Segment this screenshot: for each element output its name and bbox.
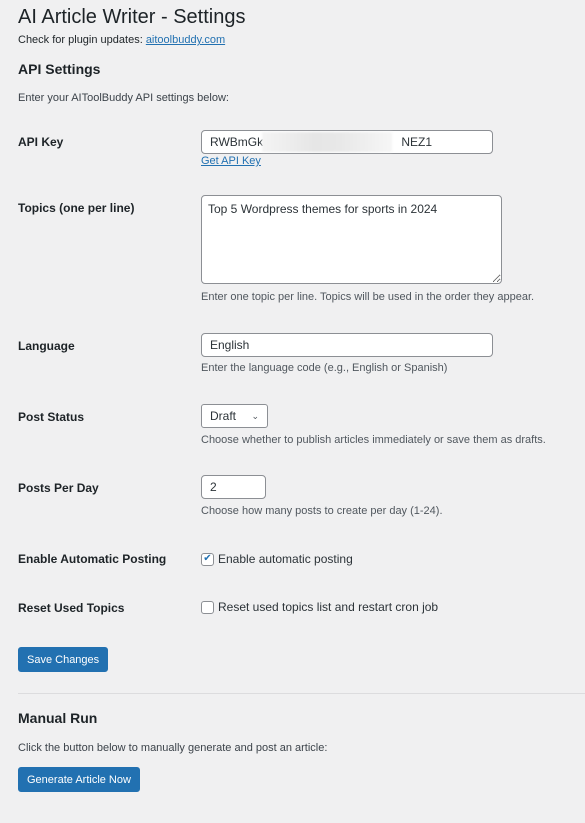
- api-settings-intro: Enter your AIToolBuddy API settings belo…: [18, 92, 229, 104]
- language-description: Enter the language code (e.g., English o…: [201, 362, 448, 374]
- enable-auto-checkbox[interactable]: ✔: [201, 552, 214, 566]
- language-input[interactable]: [201, 333, 493, 357]
- reset-topics-checkbox-label: Reset used topics list and restart cron …: [218, 600, 439, 614]
- enable-auto-label: Enable Automatic Posting: [18, 552, 167, 566]
- post-status-label: Post Status: [18, 410, 85, 424]
- enable-auto-option[interactable]: ✔ Enable automatic posting: [201, 552, 353, 566]
- language-field-group: Enter the language code (e.g., English o…: [201, 333, 493, 374]
- posts-per-day-input[interactable]: [201, 475, 266, 499]
- post-status-select[interactable]: Draft ⌄: [201, 404, 268, 428]
- posts-per-day-description: Choose how many posts to create per day …: [201, 505, 443, 517]
- manual-run-heading: Manual Run: [18, 710, 98, 726]
- update-link[interactable]: aitoolbuddy.com: [146, 34, 225, 46]
- reset-topics-label: Reset Used Topics: [18, 601, 125, 615]
- post-status-description: Choose whether to publish articles immed…: [201, 434, 546, 446]
- api-key-label: API Key: [18, 135, 64, 149]
- reset-topics-option[interactable]: Reset used topics list and restart cron …: [201, 600, 438, 614]
- section-divider: [18, 693, 585, 694]
- topics-field-group: Top 5 Wordpress themes for sports in 202…: [201, 195, 534, 303]
- chevron-down-icon: ⌄: [251, 410, 259, 421]
- topics-label: Topics (one per line): [18, 201, 135, 215]
- update-note: Check for plugin updates: aitoolbuddy.co…: [18, 34, 225, 46]
- posts-per-day-label: Posts Per Day: [18, 481, 99, 495]
- page-title: AI Article Writer - Settings: [18, 6, 246, 28]
- checkmark-icon: ✔: [203, 553, 212, 564]
- topics-textarea[interactable]: Top 5 Wordpress themes for sports in 202…: [201, 195, 502, 284]
- post-status-field-group: Draft ⌄ Choose whether to publish articl…: [201, 404, 546, 446]
- api-key-redaction: [262, 132, 392, 152]
- reset-topics-checkbox[interactable]: [201, 600, 214, 614]
- post-status-selected: Draft: [210, 409, 237, 423]
- posts-per-day-field-group: Choose how many posts to create per day …: [201, 475, 443, 517]
- api-settings-heading: API Settings: [18, 61, 101, 77]
- generate-article-button[interactable]: Generate Article Now: [18, 767, 140, 792]
- language-label: Language: [18, 339, 75, 353]
- manual-run-intro: Click the button below to manually gener…: [18, 742, 328, 754]
- topics-description: Enter one topic per line. Topics will be…: [201, 291, 535, 303]
- get-api-key-link[interactable]: Get API Key: [201, 155, 493, 167]
- enable-auto-checkbox-label: Enable automatic posting: [218, 552, 353, 566]
- save-changes-button[interactable]: Save Changes: [18, 647, 109, 672]
- update-note-text: Check for plugin updates:: [18, 34, 146, 46]
